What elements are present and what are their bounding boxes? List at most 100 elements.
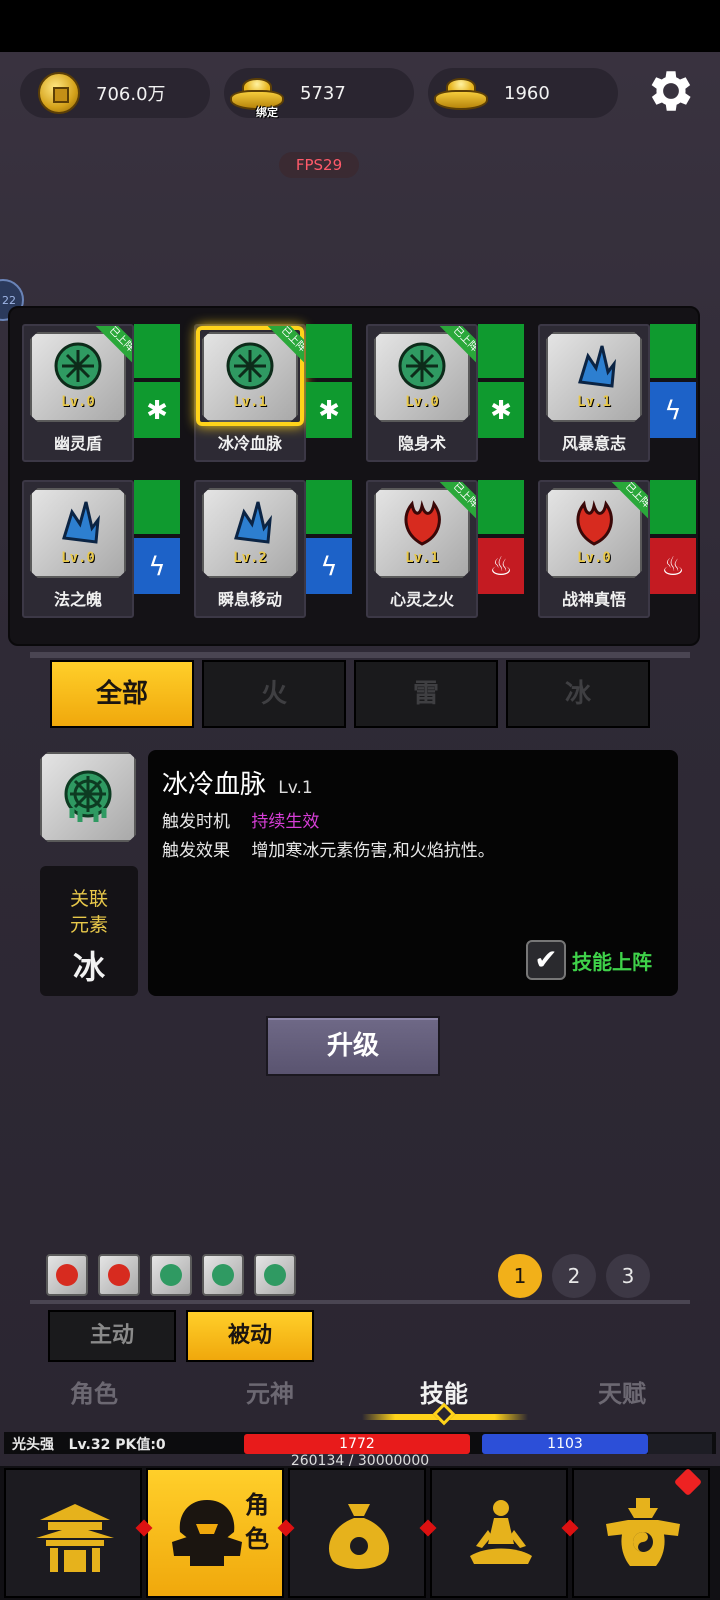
- trigger-row: 触发时机 持续生效: [162, 807, 664, 832]
- mp-bar-empty: [648, 1434, 712, 1454]
- ice-blood-icon: [64, 770, 112, 822]
- deployed-ribbon: 已上阵: [264, 326, 304, 366]
- equipped-skill-icon: [108, 1264, 130, 1286]
- skill-level: Lv.0: [405, 394, 439, 410]
- skill-name: 幽灵盾: [53, 434, 102, 453]
- meditation-icon: [470, 1500, 532, 1564]
- element-strip: ✱: [306, 324, 352, 446]
- element-strip-bottom: ♨: [478, 538, 524, 594]
- page-button-3[interactable]: 3: [606, 1254, 650, 1298]
- element-strip-top: [478, 324, 524, 378]
- equipped-skill-icon: [212, 1264, 234, 1286]
- grid-divider: [30, 652, 690, 658]
- ingot-icon: [434, 78, 488, 110]
- skill-name: 瞬息移动: [217, 590, 282, 609]
- effect-value: 增加寒冰元素伤害,和火焰抗性。: [251, 841, 495, 861]
- deployed-ribbon-label: 已上阵: [264, 326, 304, 366]
- ice-element-icon: ✱: [490, 396, 512, 426]
- page-button-2[interactable]: 2: [552, 1254, 596, 1298]
- ice-element-icon: ✱: [318, 396, 340, 426]
- deploy-toggle[interactable]: ✔ 技能上阵: [526, 940, 652, 980]
- skill-name: 风暴意志: [561, 434, 626, 453]
- deployed-ribbon-label: 已上阵: [436, 326, 476, 366]
- status-bar: [0, 0, 720, 52]
- element-strip-bottom: ϟ: [306, 538, 352, 594]
- skill-name: 隐身术: [397, 434, 446, 453]
- skill-card[interactable]: Lv.0 已上阵 幽灵盾 ✱: [22, 324, 180, 464]
- player-level: Lv.32: [68, 1437, 111, 1453]
- skill-level: Lv.2: [233, 550, 267, 566]
- filter-tab-fire[interactable]: 火: [202, 660, 346, 728]
- settings-gear-icon[interactable]: [644, 64, 698, 118]
- mode-tab-passive-skills[interactable]: 被动: [186, 1310, 314, 1362]
- equipped-skill-icon: [160, 1264, 182, 1286]
- skill-card[interactable]: Lv.1 风暴意志 ϟ: [538, 324, 696, 464]
- nav-meditate-button[interactable]: [430, 1468, 568, 1598]
- nav-city-button[interactable]: [4, 1468, 142, 1598]
- element-strip-bottom: ✱: [134, 382, 180, 438]
- skill-card[interactable]: Lv.0 已上阵 战神真悟 ♨: [538, 480, 696, 620]
- element-strip: ϟ: [134, 480, 180, 602]
- skill-grid-panel: Lv.0 已上阵 幽灵盾 ✱ Lv.1 已上阵 冰冷血脉 ✱ Lv.0 已上阵 隐身术 ✱ Lv.1 风暴…: [8, 306, 700, 646]
- upgrade-button[interactable]: 升级: [266, 1016, 440, 1076]
- section-tab-character[interactable]: 角色: [34, 1374, 154, 1409]
- ice-element-icon: ✱: [146, 396, 168, 426]
- assoc-element-value: 冰: [72, 948, 105, 986]
- deploy-checkbox[interactable]: ✔: [526, 940, 566, 980]
- skill-emblem-icon: [578, 345, 616, 388]
- assoc-label-1: 关联: [69, 888, 108, 910]
- thunder-element-icon: ϟ: [664, 396, 682, 426]
- section-tab-talent[interactable]: 天赋: [562, 1374, 682, 1409]
- element-strip-top: [650, 480, 696, 534]
- fire-element-icon: ♨: [489, 552, 513, 582]
- gold-counter: 1960: [428, 68, 618, 118]
- skill-detail-level: Lv.1: [278, 778, 313, 798]
- skill-level: Lv.1: [577, 394, 611, 410]
- coin-counter: 706.0万: [20, 68, 210, 118]
- skill-card[interactable]: Lv.2 瞬息移动 ϟ: [194, 480, 352, 620]
- hp-bar: 1772: [244, 1434, 470, 1454]
- filter-tab-all[interactable]: 全部: [50, 660, 194, 728]
- armor-helmet-icon: [172, 1500, 242, 1566]
- equipped-skill-slot[interactable]: [202, 1254, 244, 1296]
- equipped-skill-slot[interactable]: [98, 1254, 140, 1296]
- bound-gold-value: 5737: [300, 82, 346, 104]
- element-strip-bottom: ϟ: [650, 382, 696, 438]
- element-strip: ♨: [650, 480, 696, 602]
- skill-card[interactable]: Lv.0 已上阵隐身术 ✱: [366, 324, 524, 464]
- trigger-label: 触发时机: [162, 812, 230, 832]
- filter-tab-ice[interactable]: 冰: [506, 660, 650, 728]
- skill-name: 战神真悟: [561, 590, 626, 609]
- skill-name: 心灵之火: [389, 590, 454, 609]
- associated-element-box: 关联 元素 冰: [40, 866, 138, 996]
- equipped-skill-slot[interactable]: [46, 1254, 88, 1296]
- skill-card[interactable]: Lv.0 法之魄 ϟ: [22, 480, 180, 620]
- element-strip-top: [306, 480, 352, 534]
- equipped-skill-slot[interactable]: [150, 1254, 192, 1296]
- page-button-1[interactable]: 1: [498, 1254, 542, 1298]
- fire-element-icon: ♨: [661, 552, 685, 582]
- section-tab-spirit[interactable]: 元神: [210, 1374, 330, 1409]
- bound-ingot-icon: 绑定: [230, 78, 284, 119]
- money-bag-icon: [328, 1504, 390, 1569]
- skill-name: 冰冷血脉: [217, 434, 282, 453]
- skill-card[interactable]: Lv.1 已上阵 冰冷血脉 ✱: [194, 324, 352, 464]
- coin-icon: [38, 72, 80, 114]
- mode-tab-active-skills[interactable]: 主动: [48, 1310, 176, 1362]
- deployed-ribbon: 已上阵: [92, 326, 132, 366]
- skill-level: Lv.0: [577, 550, 611, 566]
- element-strip-bottom: ϟ: [134, 538, 180, 594]
- skill-emblem-icon: [62, 501, 100, 544]
- skill-card[interactable]: Lv.1 已上阵 心灵之火 ♨: [366, 480, 524, 620]
- nav-character-button[interactable]: 角 色: [146, 1468, 284, 1598]
- thunder-element-icon: ϟ: [320, 552, 338, 582]
- deployed-ribbon-label: 已上阵: [436, 482, 476, 522]
- filter-tab-thunder[interactable]: 雷: [354, 660, 498, 728]
- deployed-ribbon-label: 已上阵: [92, 326, 132, 366]
- equipped-skill-slot[interactable]: [254, 1254, 296, 1296]
- skill-emblem-icon: [234, 501, 272, 544]
- effect-row: 触发效果 增加寒冰元素伤害,和火焰抗性。: [162, 836, 664, 861]
- skill-name: 法之魄: [53, 590, 102, 609]
- nav-bag-button[interactable]: [288, 1468, 426, 1598]
- skill-detail-title: 冰冷血脉 Lv.1: [162, 764, 664, 801]
